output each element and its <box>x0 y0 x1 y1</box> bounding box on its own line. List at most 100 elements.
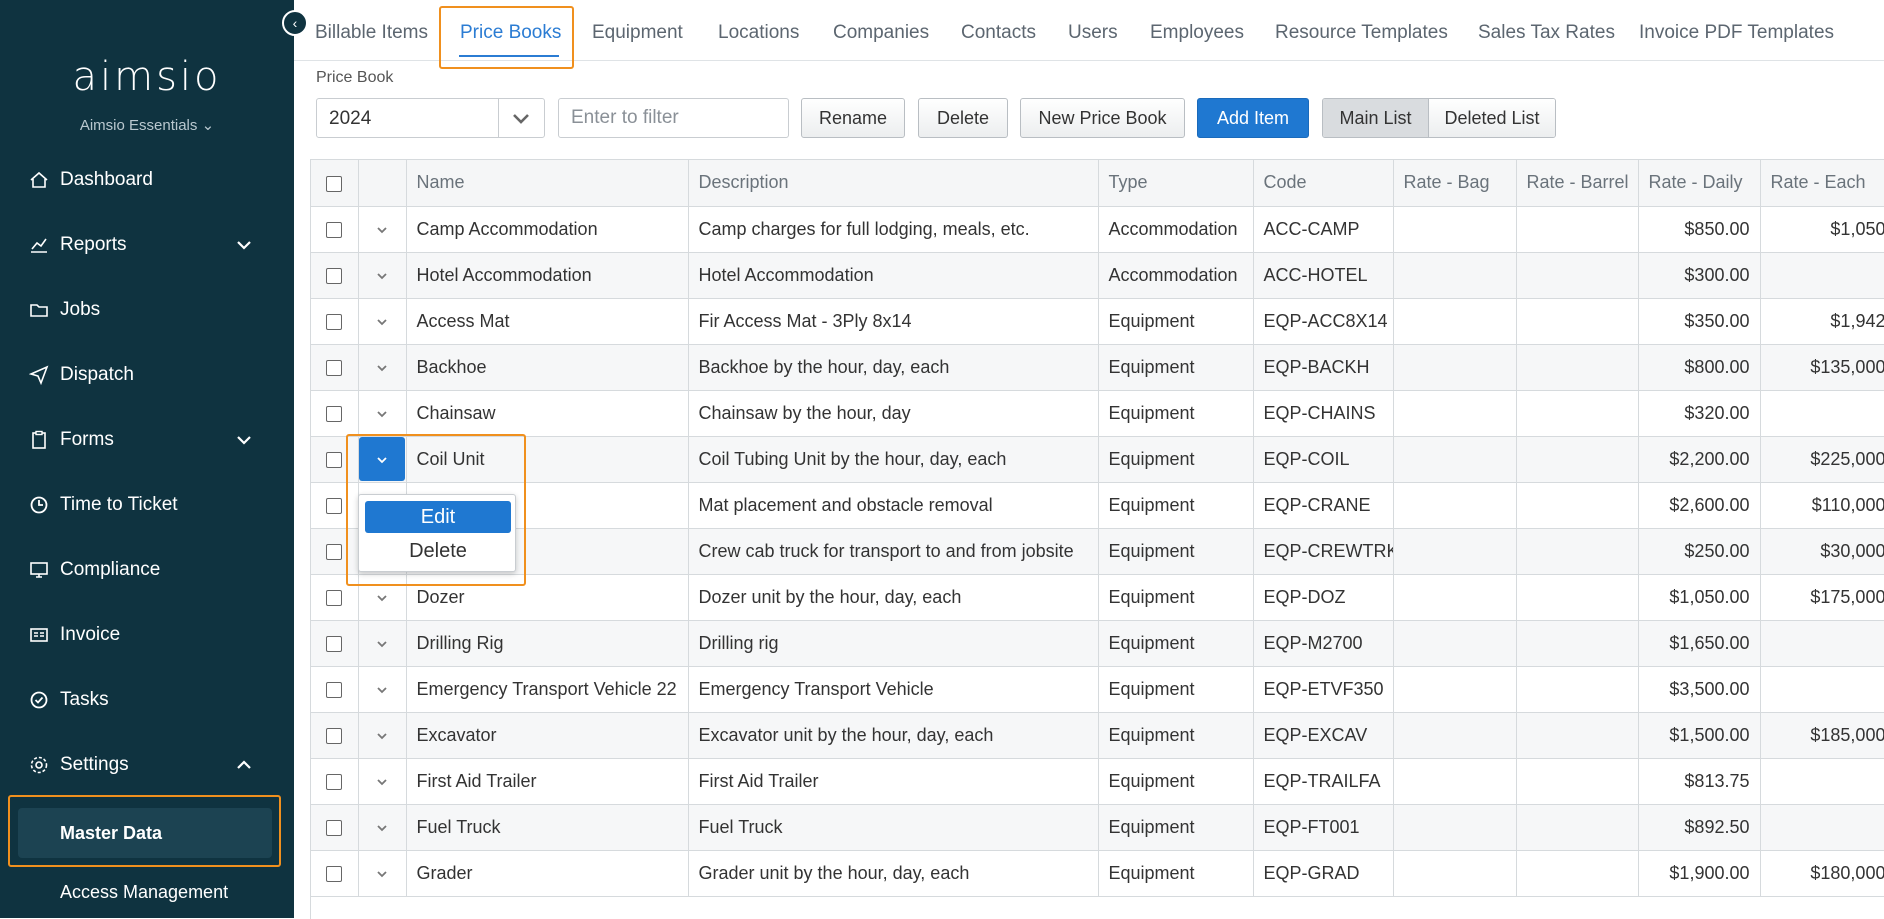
table-row[interactable]: Hotel Accommodation Hotel Accommodation Ac… <box>311 252 1884 299</box>
column-header-rate-barrel[interactable]: Rate - Barrel <box>1516 160 1639 207</box>
tab-employees[interactable]: Employees <box>1150 22 1244 44</box>
nav-tasks[interactable]: Tasks <box>28 680 264 720</box>
tab-price-books[interactable]: Price Books <box>460 22 561 44</box>
nav-invoice[interactable]: Invoice <box>28 615 264 655</box>
column-header-code[interactable]: Code <box>1253 160 1394 207</box>
table-row[interactable]: Chainsaw Chainsaw by the hour, day Equipme… <box>311 390 1884 437</box>
row-checkbox[interactable] <box>326 727 343 744</box>
tab-resource-templates[interactable]: Resource Templates <box>1275 22 1448 44</box>
tab-companies[interactable]: Companies <box>833 22 929 44</box>
table-row[interactable]: Excavator Excavator unit by the hour, day… <box>311 712 1884 759</box>
delete-menu-item[interactable]: Delete <box>365 535 511 567</box>
column-header-description[interactable]: Description <box>688 160 1099 207</box>
cell-type: Equipment <box>1098 344 1254 391</box>
row-actions-button[interactable] <box>359 207 405 251</box>
nav-time-to-ticket[interactable]: Time to Ticket <box>28 485 264 525</box>
column-header-rate-each[interactable]: Rate - Each <box>1760 160 1884 207</box>
cell-rate-daily: $892.50 <box>1638 804 1761 851</box>
row-actions-button[interactable] <box>359 299 405 343</box>
nav-reports[interactable]: Reports <box>28 225 264 265</box>
tab-equipment[interactable]: Equipment <box>592 22 683 44</box>
cell-code: ACC-CAMP <box>1253 206 1394 253</box>
row-actions-button[interactable] <box>359 759 405 803</box>
table-row[interactable]: Crew cab truck for transport to and from… <box>311 528 1884 575</box>
cell-rate-bag <box>1393 252 1517 299</box>
row-checkbox[interactable] <box>326 681 343 698</box>
table-row[interactable]: Backhoe Backhoe by the hour, day, each Equ… <box>311 344 1884 391</box>
row-actions-cell <box>358 436 407 483</box>
table-row[interactable]: Emergency Transport Vehicle 22 Emergency … <box>311 666 1884 713</box>
row-actions-button[interactable] <box>359 851 405 895</box>
cell-description: Coil Tubing Unit by the hour, day, each <box>688 436 1099 483</box>
row-checkbox[interactable] <box>326 497 343 514</box>
nav-compliance[interactable]: Compliance <box>28 550 264 590</box>
row-select-cell <box>311 252 359 299</box>
row-actions-button[interactable] <box>359 713 405 757</box>
row-checkbox[interactable] <box>326 819 343 836</box>
row-checkbox[interactable] <box>326 635 343 652</box>
nav-dashboard[interactable]: Dashboard <box>28 160 264 200</box>
delete-price-book-button[interactable]: Delete <box>918 98 1008 138</box>
tab-users[interactable]: Users <box>1068 22 1118 44</box>
cell-description: Backhoe by the hour, day, each <box>688 344 1099 391</box>
nav-dispatch[interactable]: Dispatch <box>28 355 264 395</box>
table-row[interactable]: Coil Unit Coil Tubing Unit by the hour, d… <box>311 436 1884 483</box>
aimsio-logo[interactable]: aimsio <box>0 54 294 100</box>
home-icon <box>28 169 50 191</box>
row-checkbox[interactable] <box>326 267 343 284</box>
row-checkbox[interactable] <box>326 773 343 790</box>
row-actions-button[interactable] <box>359 575 405 619</box>
nav-settings[interactable]: Settings <box>28 745 264 785</box>
select-all-checkbox[interactable] <box>326 175 343 192</box>
row-actions-button[interactable] <box>359 437 405 481</box>
table-row[interactable]: Access Mat Fir Access Mat - 3Ply 8x14 Equi… <box>311 298 1884 345</box>
row-actions-button[interactable] <box>359 805 405 849</box>
price-book-select[interactable]: 2024 <box>316 98 545 138</box>
table-row[interactable]: Camp Accommodation Camp charges for full … <box>311 206 1884 253</box>
table-header: Name Description Type Code Rate - Bag Ra… <box>311 160 1884 207</box>
row-checkbox[interactable] <box>326 221 343 238</box>
row-actions-button[interactable] <box>359 391 405 435</box>
table-row[interactable]: Grader Grader unit by the hour, day, each… <box>311 850 1884 897</box>
row-select-cell <box>311 574 359 621</box>
row-checkbox[interactable] <box>326 865 343 882</box>
row-checkbox[interactable] <box>326 405 343 422</box>
column-header-type[interactable]: Type <box>1098 160 1254 207</box>
nav-master-data[interactable]: Master Data <box>18 808 272 858</box>
column-header-rate-daily[interactable]: Rate - Daily <box>1638 160 1761 207</box>
filter-input[interactable] <box>558 98 789 138</box>
row-actions-button[interactable] <box>359 621 405 665</box>
main-list-button[interactable]: Main List <box>1323 99 1429 137</box>
table-row[interactable]: Dozer Dozer unit by the hour, day, each Eq… <box>311 574 1884 621</box>
column-header-name[interactable]: Name <box>406 160 689 207</box>
table-row[interactable]: Fuel Truck Fuel Truck Equipment EQP-FT001 $8… <box>311 804 1884 851</box>
row-actions-button[interactable] <box>359 253 405 297</box>
collapse-sidebar-button[interactable]: ‹ <box>282 10 308 36</box>
tab-contacts[interactable]: Contacts <box>961 22 1036 44</box>
cell-description: Crew cab truck for transport to and from… <box>688 528 1099 575</box>
tab-sales-tax-rates[interactable]: Sales Tax Rates <box>1478 22 1615 44</box>
row-checkbox[interactable] <box>326 359 343 376</box>
row-checkbox[interactable] <box>326 543 343 560</box>
table-row[interactable]: Drilling Rig Drilling rig Equipment EQP-M27… <box>311 620 1884 667</box>
add-item-button[interactable]: Add Item <box>1197 98 1309 138</box>
row-checkbox[interactable] <box>326 589 343 606</box>
nav-access-management[interactable]: Access Management <box>60 882 228 903</box>
product-switcher[interactable]: Aimsio Essentials ⌄ <box>0 116 294 134</box>
tab-billable-items[interactable]: Billable Items <box>315 22 428 44</box>
column-header-rate-bag[interactable]: Rate - Bag <box>1393 160 1517 207</box>
row-actions-button[interactable] <box>359 345 405 389</box>
row-actions-button[interactable] <box>359 667 405 711</box>
table-row[interactable]: Mat placement and obstacle removal Equipm… <box>311 482 1884 529</box>
new-price-book-button[interactable]: New Price Book <box>1020 98 1185 138</box>
nav-jobs[interactable]: Jobs <box>28 290 264 330</box>
row-checkbox[interactable] <box>326 313 343 330</box>
rename-button[interactable]: Rename <box>801 98 905 138</box>
tab-locations[interactable]: Locations <box>718 22 799 44</box>
table-row[interactable]: First Aid Trailer First Aid Trailer Equipm… <box>311 758 1884 805</box>
row-checkbox[interactable] <box>326 451 343 468</box>
deleted-list-button[interactable]: Deleted List <box>1429 99 1555 137</box>
nav-forms[interactable]: Forms <box>28 420 264 460</box>
tab-invoice-pdf-templates[interactable]: Invoice PDF Templates <box>1639 22 1834 44</box>
edit-menu-item[interactable]: Edit <box>365 501 511 533</box>
